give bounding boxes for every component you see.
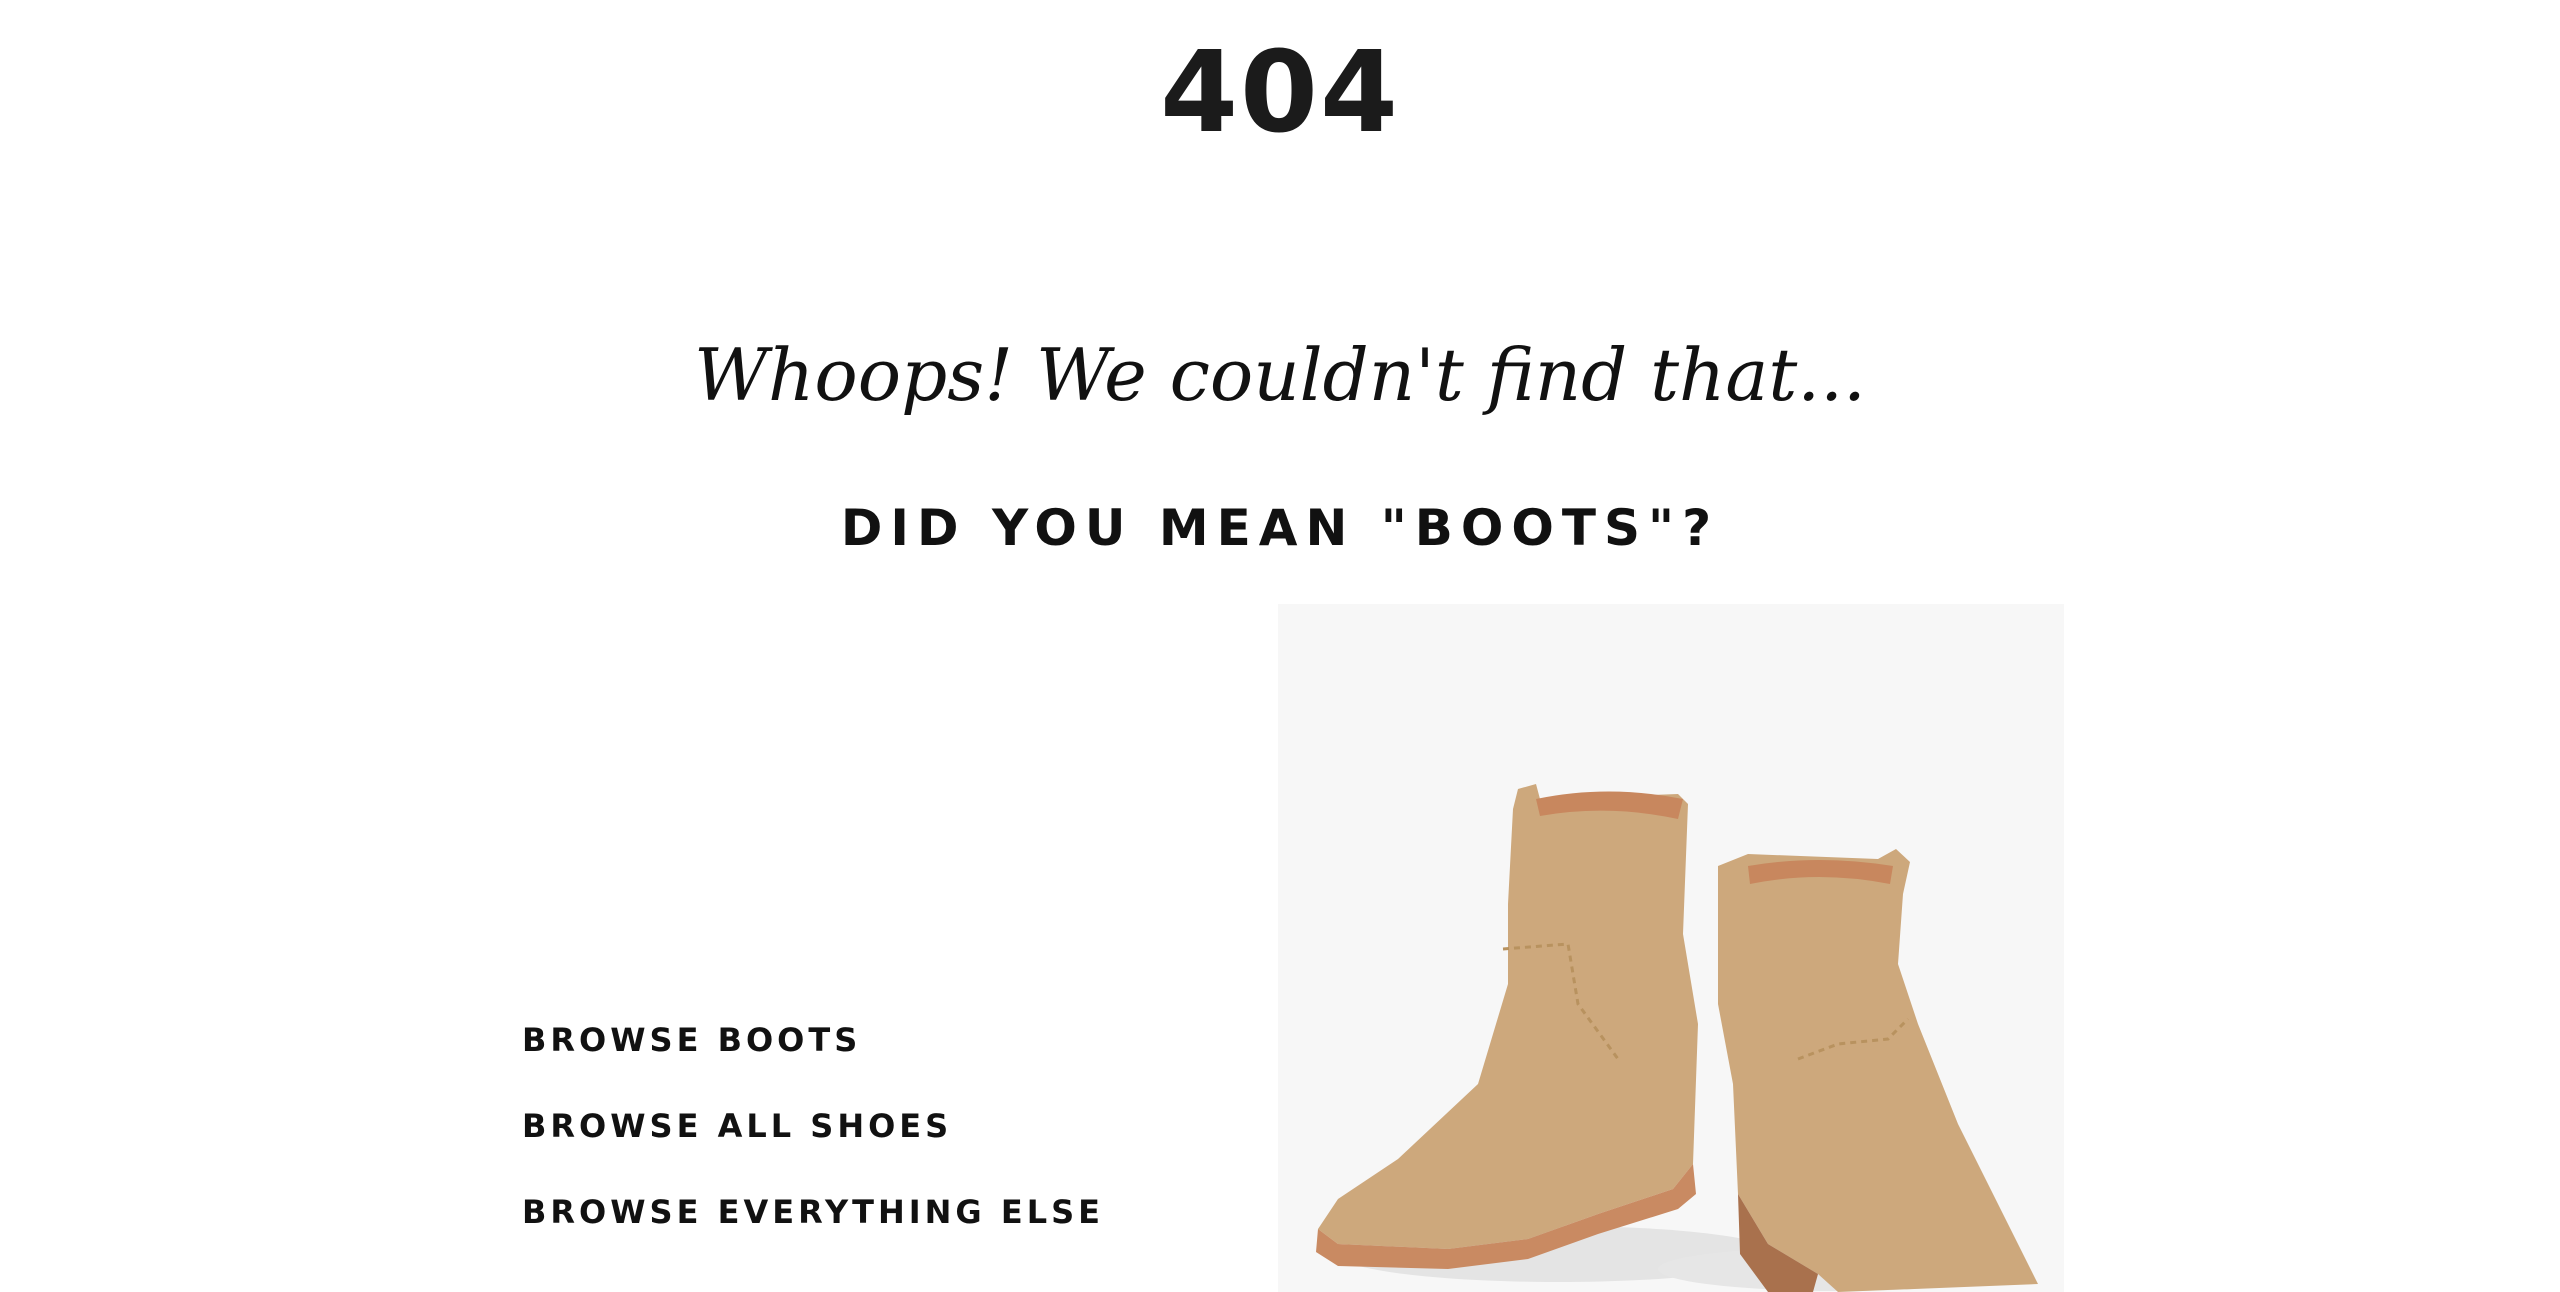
- browse-all-shoes-link[interactable]: BROWSE ALL SHOES: [522, 1106, 1222, 1192]
- search-suggestion[interactable]: DID YOU MEAN "BOOTS"?: [0, 496, 2560, 560]
- boots-product-image[interactable]: [1278, 604, 2064, 1292]
- error-code: 404: [1160, 28, 1400, 158]
- page-headline: Whoops! We couldn't find that...: [694, 333, 1866, 417]
- browse-everything-else-link[interactable]: BROWSE EVERYTHING ELSE: [522, 1192, 1222, 1278]
- right-boot: [1718, 849, 2038, 1292]
- browse-links: BROWSE BOOTS BROWSE ALL SHOES BROWSE EVE…: [522, 1020, 1222, 1278]
- boots-illustration: [1316, 784, 2038, 1292]
- browse-boots-link[interactable]: BROWSE BOOTS: [522, 1020, 1222, 1106]
- left-boot: [1318, 784, 1698, 1249]
